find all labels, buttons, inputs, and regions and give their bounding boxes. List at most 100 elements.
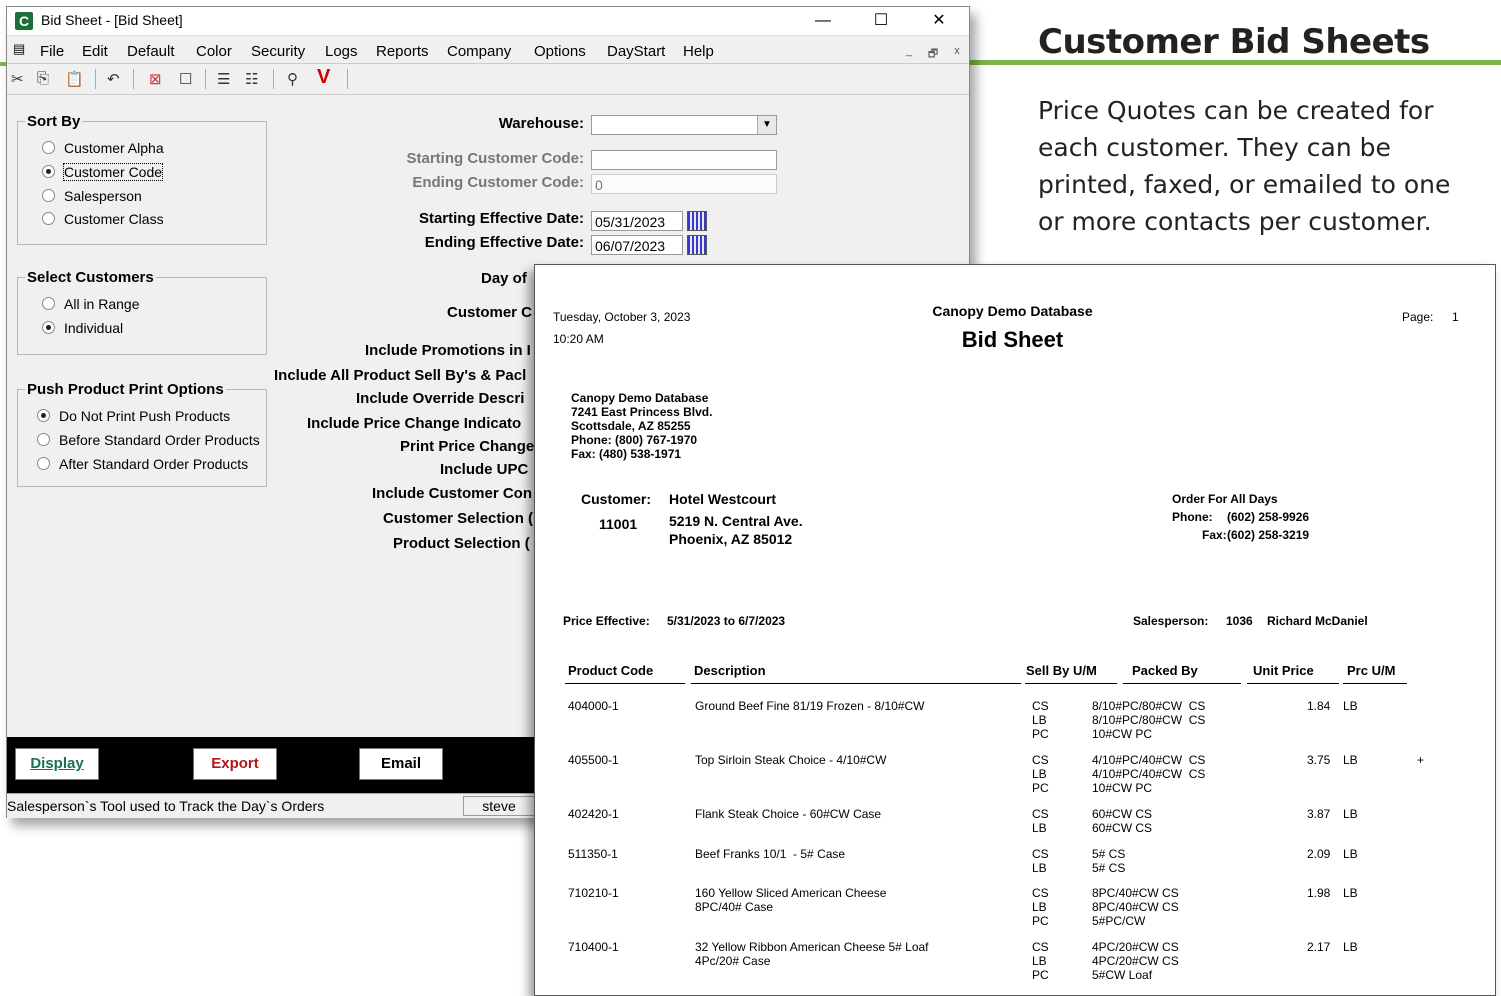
undo-icon[interactable]: ↶: [107, 70, 120, 88]
numbered-list-icon[interactable]: ☷: [245, 70, 258, 88]
include-upc-label: Include UPC: [440, 461, 529, 478]
individual-radio[interactable]: Individual: [42, 320, 123, 336]
start-date-input[interactable]: 05/31/2023: [591, 211, 683, 231]
header-underline: [1343, 683, 1407, 684]
product-code: 405500-1: [568, 753, 619, 767]
menu-reports[interactable]: Reports: [376, 43, 429, 60]
paste-icon[interactable]: 📋: [65, 70, 84, 88]
product-code: 511350-1: [568, 847, 618, 861]
unit-price: 2.09: [1307, 847, 1331, 861]
menu-options[interactable]: Options: [534, 43, 586, 60]
start-date-label: Starting Effective Date:: [418, 210, 584, 227]
unit-price: 3.75: [1307, 753, 1331, 767]
sort-customer-code-radio[interactable]: Customer Code: [42, 163, 164, 181]
customer-phone: (602) 258-9926: [1227, 510, 1310, 524]
menu-logs[interactable]: Logs: [325, 43, 358, 60]
blank-box-icon[interactable]: ☐: [179, 70, 192, 88]
product-description: Ground Beef Fine 81/19 Frozen - 8/10#CW: [695, 699, 925, 713]
menu-file[interactable]: File: [40, 43, 64, 60]
customer-code: 11001: [599, 516, 638, 532]
print-price-change-label: Print Price Change: [400, 438, 535, 455]
product-code: 710400-1: [568, 940, 619, 954]
title-bar: C Bid Sheet - [Bid Sheet] — ☐ ✕: [7, 7, 969, 36]
page-label: Page:: [1402, 310, 1434, 324]
radio-selected-icon: [42, 165, 55, 178]
radio-icon: [42, 212, 55, 225]
customer-address-1: 5219 N. Central Ave.: [669, 513, 803, 529]
unit-price: 3.87: [1307, 807, 1331, 821]
mdi-restore-button[interactable]: 🗗: [925, 45, 941, 60]
price-um: LB: [1343, 847, 1358, 861]
product-code: 402420-1: [568, 807, 619, 821]
salesperson-label: Salesperson:: [1133, 614, 1209, 628]
end-date-input[interactable]: 06/07/2023: [591, 235, 683, 255]
maximize-button[interactable]: ☐: [861, 9, 901, 33]
close-button[interactable]: ✕: [919, 9, 959, 33]
customer-address-2: Phoenix, AZ 85012: [669, 531, 793, 547]
price-change-flag: +: [1417, 753, 1425, 767]
company-address-line: Scottsdale, AZ 85255: [571, 419, 691, 433]
sort-customer-alpha-radio[interactable]: Customer Alpha: [42, 140, 164, 156]
list-icon[interactable]: ☰: [217, 70, 230, 88]
menu-security[interactable]: Security: [251, 43, 305, 60]
binoculars-icon[interactable]: ⚲: [287, 70, 298, 88]
cut-icon[interactable]: ✂: [11, 70, 24, 88]
product-description: 32 Yellow Ribbon American Cheese 5# Loaf…: [695, 940, 929, 968]
salesperson-name: Richard McDaniel: [1267, 614, 1368, 628]
packed-by: 8/10#PC/80#CW CS 8/10#PC/80#CW CS 10#CW …: [1092, 699, 1206, 741]
sort-customer-class-radio[interactable]: Customer Class: [42, 211, 164, 227]
menu-color[interactable]: Color: [196, 43, 232, 60]
sell-by-um: CS LB PC: [1032, 753, 1049, 795]
start-customer-input[interactable]: [591, 150, 777, 170]
customer-label: Customer:: [581, 491, 652, 507]
order-for-days: Order For All Days: [1172, 492, 1278, 506]
before-standard-radio[interactable]: Before Standard Order Products: [37, 432, 260, 448]
radio-label: Salesperson: [64, 188, 142, 204]
all-in-range-radio[interactable]: All in Range: [42, 296, 140, 312]
include-sell-by-label: Include All Product Sell By's & Pacl: [274, 367, 527, 384]
delete-icon[interactable]: ⊠: [149, 70, 162, 88]
product-description: Flank Steak Choice - 60#CW Case: [695, 807, 882, 821]
do-not-print-push-radio[interactable]: Do Not Print Push Products: [37, 408, 230, 424]
toolbar-divider: [205, 69, 206, 89]
packed-by: 4/10#PC/40#CW CS 4/10#PC/40#CW CS 10#CW …: [1092, 753, 1206, 795]
export-button[interactable]: Export: [193, 748, 277, 780]
end-customer-input[interactable]: 0: [591, 174, 777, 194]
spell-check-icon[interactable]: V: [317, 66, 330, 89]
display-button[interactable]: Display: [15, 748, 99, 780]
sell-by-um: CS LB PC: [1032, 886, 1049, 928]
select-customers-group: [17, 277, 267, 355]
product-code: 404000-1: [568, 699, 619, 713]
calendar-icon[interactable]: [687, 211, 707, 231]
col-packed-by: Packed By: [1132, 663, 1198, 678]
menu-help[interactable]: Help: [683, 43, 714, 60]
product-description: Top Sirloin Steak Choice - 4/10#CW: [695, 753, 887, 767]
menu-default[interactable]: Default: [127, 43, 175, 60]
toolbar-divider: [347, 69, 348, 89]
mdi-close-button[interactable]: x: [949, 45, 965, 59]
marketing-body: Price Quotes can be created for each cus…: [1038, 96, 1451, 236]
radio-selected-icon: [37, 409, 50, 422]
email-button[interactable]: Email: [359, 748, 443, 780]
header-underline: [691, 683, 1021, 684]
copy-icon[interactable]: ⎘: [37, 70, 49, 87]
price-um: LB: [1343, 886, 1358, 900]
menu-daystart[interactable]: DayStart: [607, 43, 665, 60]
minimize-button[interactable]: —: [803, 9, 843, 33]
warehouse-select[interactable]: ▼: [591, 115, 777, 135]
after-standard-radio[interactable]: After Standard Order Products: [37, 456, 248, 472]
radio-icon: [42, 189, 55, 202]
document-icon[interactable]: ▤: [13, 41, 25, 57]
menu-company[interactable]: Company: [447, 43, 511, 60]
mdi-minimize-button[interactable]: _: [901, 45, 917, 59]
price-um: LB: [1343, 753, 1358, 767]
col-description: Description: [694, 663, 766, 678]
radio-label: All in Range: [64, 296, 140, 312]
calendar-icon[interactable]: [687, 235, 707, 255]
price-um: LB: [1343, 699, 1358, 713]
chevron-down-icon[interactable]: ▼: [757, 116, 776, 134]
price-effective-label: Price Effective:: [563, 614, 650, 628]
window-title: Bid Sheet - [Bid Sheet]: [41, 12, 183, 28]
menu-edit[interactable]: Edit: [82, 43, 108, 60]
sort-salesperson-radio[interactable]: Salesperson: [42, 188, 142, 204]
